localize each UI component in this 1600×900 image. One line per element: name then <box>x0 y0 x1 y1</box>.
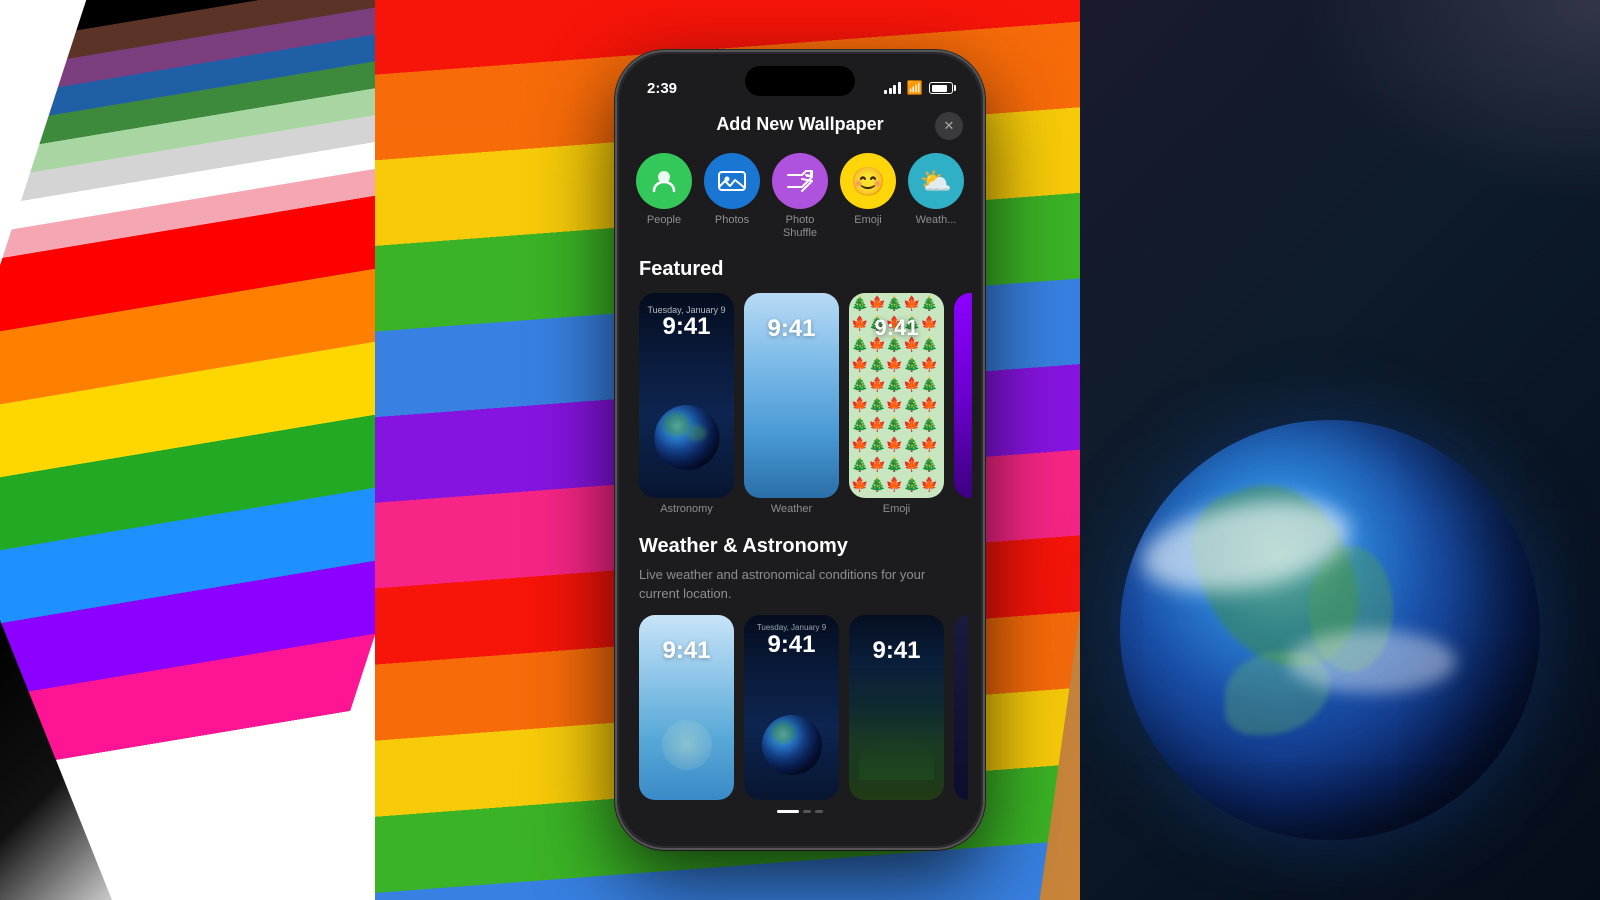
sheet-content: Add New Wallpaper ✕ <box>619 54 981 846</box>
battery-icon <box>929 82 953 94</box>
phone-frame: 2:39 📶 <box>615 50 985 850</box>
weather-label: Weath... <box>916 214 957 226</box>
emoji-label: Emoji <box>854 214 882 226</box>
weather-thumbnails-row: 9:41 Tuesday, January 9 9:41 <box>619 615 981 800</box>
shuffle-label: PhotoShuffle <box>783 214 817 240</box>
emoji-icon-bg: 😊 <box>840 153 896 209</box>
weather-astronomy-description: Live weather and astronomical conditions… <box>619 562 981 614</box>
emoji-thumb-time: 9:41 <box>849 315 944 341</box>
photos-icon-bg <box>704 153 760 209</box>
earth-decoration <box>1120 420 1540 840</box>
terrain-thumb-time: 9:41 <box>849 637 944 665</box>
featured-emoji-thumb[interactable]: 🎄🍁🎄🍁🎄 🍁🎄🍁🎄🍁 🎄🍁🎄🍁🎄 🍁🎄🍁🎄🍁 🎄🍁🎄🍁🎄 🍁🎄🍁🎄🍁 🎄🍁🎄🍁… <box>849 293 944 515</box>
sky-thumb-time: 9:41 <box>639 637 734 665</box>
astronomy-label: Astronomy <box>639 498 734 515</box>
phone-screen: 2:39 📶 <box>619 54 981 846</box>
status-icons: 📶 <box>884 80 953 96</box>
people-icon-bg <box>636 153 692 209</box>
wallpaper-types-row: People Photos <box>619 149 981 254</box>
featured-astronomy-thumb[interactable]: Tuesday, January 9 9:41 Astronomy <box>639 293 734 515</box>
weather-thumb-time: 9:41 <box>744 315 839 343</box>
emoji-label-thumb: Emoji <box>849 498 944 515</box>
dynamic-island <box>745 66 855 96</box>
wifi-icon: 📶 <box>907 80 923 96</box>
close-button[interactable]: ✕ <box>935 112 963 140</box>
signal-icon <box>884 82 901 94</box>
type-weather[interactable]: ⛅ Weath... <box>903 153 969 240</box>
space-thumb-time: 9:41 <box>744 631 839 659</box>
featured-partial-thumb[interactable] <box>954 293 972 515</box>
astronomy-thumb-time: 9:41 <box>639 313 734 341</box>
featured-section-title: Featured <box>619 254 981 293</box>
bg-right-panel <box>1080 0 1600 900</box>
weather-label-thumb: Weather <box>744 498 839 515</box>
weather-thumb-space[interactable]: Tuesday, January 9 9:41 <box>744 615 839 800</box>
type-photos[interactable]: Photos <box>699 153 765 240</box>
bg-left-panel <box>0 0 375 900</box>
type-photo-shuffle[interactable]: PhotoShuffle <box>767 153 833 240</box>
status-time: 2:39 <box>647 80 677 97</box>
sheet-title: Add New Wallpaper <box>716 114 883 135</box>
scroll-indicator <box>619 800 981 819</box>
weather-thumb-terrain[interactable]: 9:41 <box>849 615 944 800</box>
weather-icon-bg: ⛅ <box>908 153 964 209</box>
weather-partial-thumb[interactable] <box>954 615 968 800</box>
phone-wrapper: 2:39 📶 <box>615 50 985 850</box>
photos-label: Photos <box>715 214 749 226</box>
shuffle-icon-bg <box>772 153 828 209</box>
weather-thumb-sky[interactable]: 9:41 <box>639 615 734 800</box>
featured-thumbnails-row: Tuesday, January 9 9:41 Astronomy <box>619 293 981 521</box>
weather-astronomy-section-title: Weather & Astronomy <box>619 521 981 562</box>
type-emoji[interactable]: 😊 Emoji <box>835 153 901 240</box>
people-label: People <box>647 214 681 226</box>
featured-weather-thumb[interactable]: 9:41 Weather <box>744 293 839 515</box>
type-people[interactable]: People <box>631 153 697 240</box>
